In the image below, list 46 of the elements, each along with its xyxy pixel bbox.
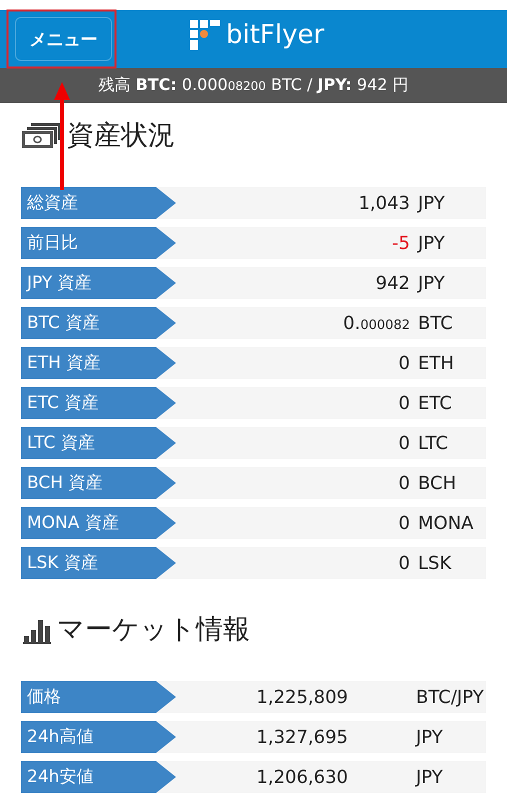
- row-unit: BTC: [418, 312, 454, 334]
- row-value: 0: [398, 432, 411, 454]
- row-unit: JPY: [418, 232, 446, 254]
- menu-button[interactable]: メニュー: [15, 17, 112, 61]
- section-title: 資産状況: [67, 119, 175, 153]
- row-value: 0: [398, 352, 411, 374]
- row-unit: LSK: [418, 552, 452, 574]
- row-label: LTC 資産: [21, 427, 176, 459]
- row-unit: BCH: [418, 472, 458, 494]
- row-label: BTC 資産: [21, 307, 176, 339]
- row-unit: ETC: [418, 392, 453, 414]
- row-value: 1,206,630: [255, 766, 348, 788]
- row-label: 前日比: [21, 227, 176, 259]
- row-label: BCH 資産: [21, 467, 176, 499]
- row-unit: JPY: [418, 272, 446, 294]
- row-label: 総資産: [21, 187, 176, 219]
- row-value: 0: [398, 512, 411, 534]
- row-value: 0: [398, 552, 411, 574]
- section-title: マーケット情報: [57, 613, 250, 647]
- row-label: ETH 資産: [21, 347, 176, 379]
- row-unit: JPY: [416, 726, 443, 748]
- row-unit: MONA: [418, 512, 474, 534]
- row-value: 0.000082: [342, 312, 411, 334]
- row-unit: JPY: [416, 766, 443, 788]
- row-label: 24h高値: [21, 721, 176, 753]
- row-label: ETC 資産: [21, 387, 176, 419]
- balance-text: 残高 BTC: 0.00008200 BTC / JPY: 942 円: [98, 75, 409, 96]
- row-label: LSK 資産: [21, 547, 176, 579]
- row-value: 1,225,809: [255, 686, 348, 708]
- logo-icon: [190, 20, 220, 50]
- row-value: 1,043: [357, 192, 411, 214]
- row-unit: BTC/JPY: [416, 686, 484, 708]
- row-unit: LTC: [418, 432, 450, 454]
- row-value: 0: [398, 392, 411, 414]
- row-label: JPY 資産: [21, 267, 176, 299]
- row-label: MONA 資産: [21, 507, 176, 539]
- row-value: 1,327,695: [255, 726, 348, 748]
- row-value: 942: [374, 272, 411, 294]
- row-value: 0: [398, 472, 411, 494]
- logo-text: bitFlyer: [226, 20, 324, 50]
- row-unit: ETH: [418, 352, 455, 374]
- row-value: -5: [391, 232, 411, 254]
- money-icon: [21, 121, 63, 149]
- row-label: 価格: [21, 681, 176, 713]
- row-unit: JPY: [418, 192, 446, 214]
- row-label: 24h安値: [21, 761, 176, 793]
